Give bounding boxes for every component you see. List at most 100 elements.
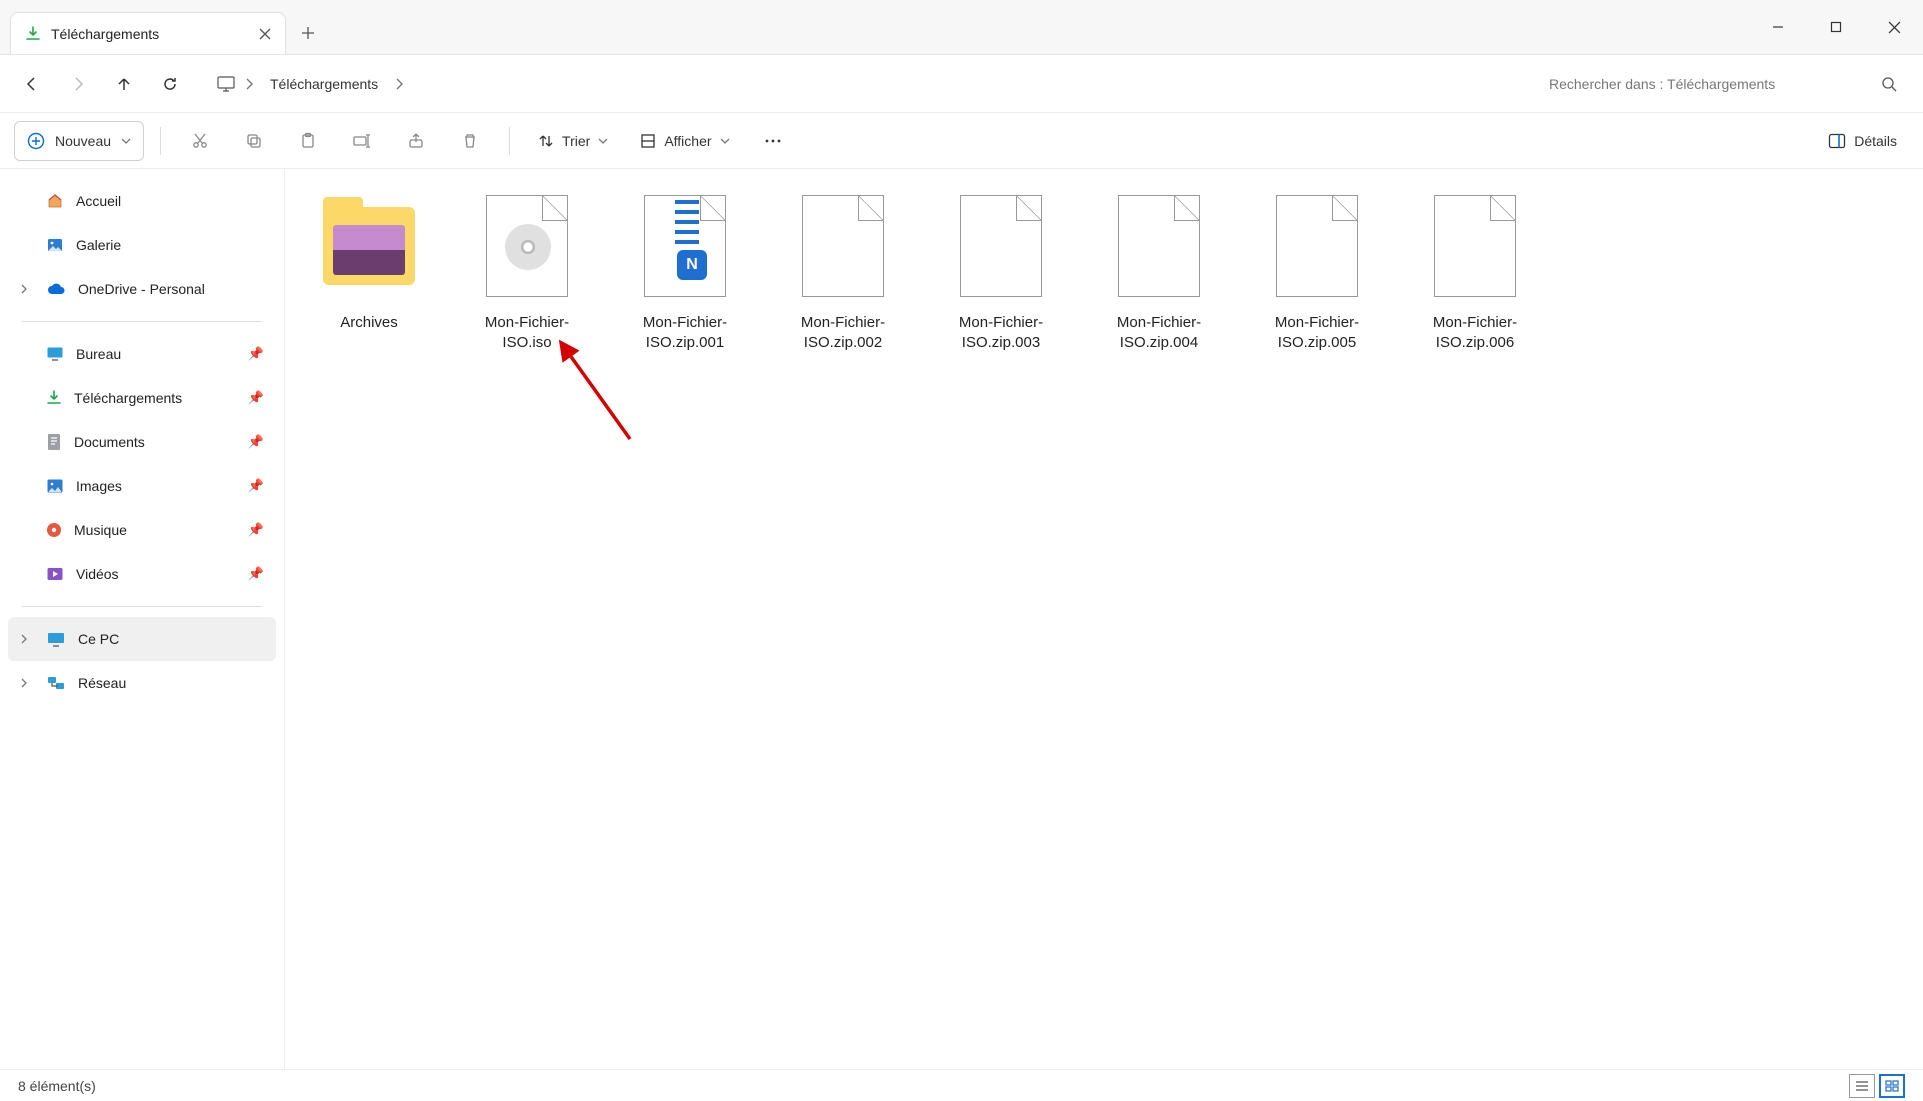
view-icons-button[interactable] xyxy=(1879,1074,1905,1098)
chevron-right-icon[interactable] xyxy=(20,678,28,688)
file-item[interactable]: Archives xyxy=(311,189,427,354)
pin-icon: 📌 xyxy=(248,522,264,538)
breadcrumb-chevron[interactable] xyxy=(386,78,412,90)
plus-circle-icon xyxy=(27,132,45,150)
file-item[interactable]: Mon-Fichier-ISO.zip.003 xyxy=(943,189,1059,354)
share-button[interactable] xyxy=(393,121,439,161)
navbar: Téléchargements Rechercher dans : Téléch… xyxy=(0,55,1923,113)
view-button[interactable]: Afficher xyxy=(628,121,741,161)
delete-button[interactable] xyxy=(447,121,493,161)
sidebar-label: Galerie xyxy=(76,237,121,253)
view-icon xyxy=(640,133,656,149)
sort-button[interactable]: Trier xyxy=(526,121,620,161)
sidebar-item-gallery[interactable]: Galerie xyxy=(8,223,276,267)
generic-file-icon xyxy=(797,189,889,303)
search-input[interactable]: Rechercher dans : Téléchargements xyxy=(1533,62,1913,106)
generic-file-icon xyxy=(1429,189,1521,303)
folder-icon xyxy=(323,189,415,303)
sidebar-label: Ce PC xyxy=(78,631,119,647)
download-icon xyxy=(46,390,62,406)
chevron-down-icon xyxy=(598,137,608,145)
sidebar-item-this-pc[interactable]: Ce PC xyxy=(8,617,276,661)
gallery-icon xyxy=(46,236,64,254)
new-button[interactable]: Nouveau xyxy=(14,121,144,161)
sidebar-item-images[interactable]: Images 📌 xyxy=(8,464,276,508)
status-count: 8 élément(s) xyxy=(18,1078,96,1094)
chevron-right-icon[interactable] xyxy=(20,284,28,294)
sidebar-label: Téléchargements xyxy=(74,390,182,406)
breadcrumb-downloads[interactable]: Téléchargements xyxy=(262,76,386,92)
annotation-arrow xyxy=(555,339,655,459)
view-details-button[interactable] xyxy=(1849,1074,1875,1098)
more-button[interactable] xyxy=(750,121,796,161)
sidebar-item-downloads[interactable]: Téléchargements 📌 xyxy=(8,376,276,420)
file-item[interactable]: Mon-Fichier-ISO.zip.005 xyxy=(1259,189,1375,354)
chevron-right-icon[interactable] xyxy=(20,634,28,644)
breadcrumb-label: Téléchargements xyxy=(270,76,378,92)
sidebar-label: Bureau xyxy=(76,346,121,362)
sidebar-label: OneDrive - Personal xyxy=(78,281,205,297)
search-placeholder: Rechercher dans : Téléchargements xyxy=(1549,76,1881,92)
sidebar-item-onedrive[interactable]: OneDrive - Personal xyxy=(8,267,276,311)
file-name: Mon-Fichier-ISO.iso xyxy=(469,313,585,354)
cut-button[interactable] xyxy=(177,121,223,161)
back-button[interactable] xyxy=(10,62,54,106)
minimize-button[interactable] xyxy=(1749,10,1807,44)
sidebar-item-music[interactable]: Musique 📌 xyxy=(8,508,276,552)
close-button[interactable] xyxy=(1865,10,1923,44)
rename-button[interactable] xyxy=(339,121,385,161)
up-button[interactable] xyxy=(102,62,146,106)
sidebar-item-network[interactable]: Réseau xyxy=(8,661,276,705)
chevron-down-icon xyxy=(121,137,131,145)
document-icon xyxy=(46,433,62,451)
generic-file-icon xyxy=(955,189,1047,303)
search-icon xyxy=(1881,76,1897,92)
cloud-icon xyxy=(46,282,66,296)
tab-active[interactable]: Téléchargements xyxy=(10,12,286,54)
refresh-button[interactable] xyxy=(148,62,192,106)
breadcrumb-chevron[interactable] xyxy=(236,78,262,90)
pin-icon: 📌 xyxy=(248,566,264,582)
sidebar-item-documents[interactable]: Documents 📌 xyxy=(8,420,276,464)
archive-file-icon: N xyxy=(639,189,731,303)
status-bar: 8 élément(s) xyxy=(0,1069,1923,1101)
home-icon xyxy=(46,192,64,210)
titlebar: Téléchargements xyxy=(0,0,1923,55)
file-item[interactable]: Mon-Fichier-ISO.zip.004 xyxy=(1101,189,1217,354)
file-name: Mon-Fichier-ISO.zip.004 xyxy=(1101,313,1217,354)
files-area[interactable]: Archives Mon-Fichier-ISO.iso N Mon-Fichi… xyxy=(285,169,1923,1069)
details-pane-icon xyxy=(1828,133,1846,149)
sidebar-item-home[interactable]: Accueil xyxy=(8,179,276,223)
maximize-button[interactable] xyxy=(1807,10,1865,44)
desktop-icon xyxy=(46,346,64,362)
pin-icon: 📌 xyxy=(248,390,264,406)
file-item[interactable]: Mon-Fichier-ISO.zip.006 xyxy=(1417,189,1533,354)
paste-button[interactable] xyxy=(285,121,331,161)
file-item[interactable]: Mon-Fichier-ISO.iso xyxy=(469,189,585,354)
chevron-down-icon xyxy=(720,137,730,145)
file-item[interactable]: Mon-Fichier-ISO.zip.002 xyxy=(785,189,901,354)
toolbar: Nouveau Trier Afficher Détails xyxy=(0,113,1923,169)
music-icon xyxy=(46,522,62,538)
sidebar-label: Musique xyxy=(74,522,127,538)
sidebar-label: Accueil xyxy=(76,193,121,209)
address-bar[interactable]: Téléchargements xyxy=(204,62,1521,106)
pin-icon: 📌 xyxy=(248,434,264,450)
details-label: Détails xyxy=(1854,133,1897,149)
new-tab-button[interactable] xyxy=(286,12,330,54)
sort-icon xyxy=(538,133,554,149)
close-icon[interactable] xyxy=(259,28,271,40)
forward-button[interactable] xyxy=(56,62,100,106)
sidebar-label: Images xyxy=(76,478,122,494)
generic-file-icon xyxy=(1271,189,1363,303)
file-item[interactable]: N Mon-Fichier-ISO.zip.001 xyxy=(627,189,743,354)
window-controls xyxy=(1749,0,1923,54)
details-pane-button[interactable]: Détails xyxy=(1816,121,1909,161)
copy-button[interactable] xyxy=(231,121,277,161)
image-icon xyxy=(46,478,64,494)
sidebar-item-videos[interactable]: Vidéos 📌 xyxy=(8,552,276,596)
pin-icon: 📌 xyxy=(248,478,264,494)
body: Accueil Galerie OneDrive - Personal Bure… xyxy=(0,169,1923,1069)
sidebar-item-desktop[interactable]: Bureau 📌 xyxy=(8,332,276,376)
video-icon xyxy=(46,566,64,582)
